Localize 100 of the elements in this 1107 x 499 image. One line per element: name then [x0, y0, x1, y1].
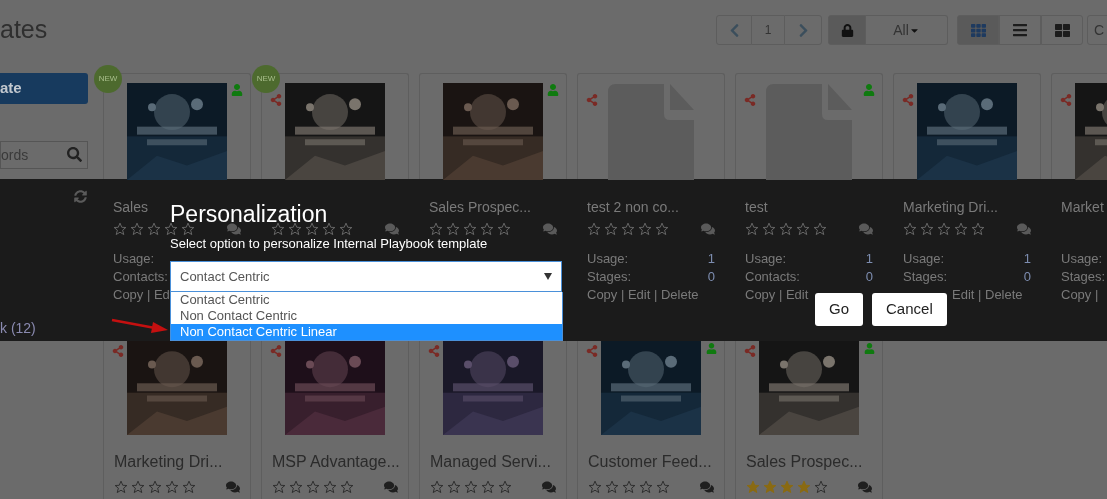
star-icon [165, 480, 179, 494]
star-icon [780, 480, 794, 494]
card-actions[interactable]: Copy | Ed [113, 285, 170, 305]
star-icon [306, 480, 320, 494]
stat-label: Stages: [587, 268, 632, 287]
stat-value: 0 [865, 268, 873, 287]
option-item[interactable]: Non Contact Centric [171, 308, 562, 324]
share-icon[interactable] [586, 345, 598, 357]
share-icon[interactable] [1060, 94, 1072, 106]
comments-icon[interactable] [700, 480, 714, 494]
comments-icon[interactable] [384, 480, 398, 494]
share-icon[interactable] [428, 345, 440, 357]
star-icon [339, 222, 353, 236]
card-title[interactable]: Managed Servi... [430, 450, 551, 474]
star-icon [937, 222, 951, 236]
stat-label: Usage: [113, 250, 155, 269]
card-title[interactable]: Marketing Dri... [903, 199, 998, 216]
star-icon [655, 222, 669, 236]
star-icon [604, 222, 618, 236]
card-title[interactable]: Sales Prospec... [746, 450, 863, 474]
stat-label: Usage: [1061, 250, 1103, 269]
previous-button[interactable] [716, 15, 752, 45]
card-title[interactable]: Market [1061, 199, 1104, 216]
card-title[interactable]: Sales Prospec... [429, 199, 531, 216]
new-badge: NEW [252, 65, 280, 93]
star-icon [340, 480, 354, 494]
view-button[interactable] [1041, 15, 1083, 45]
star-icon [305, 222, 319, 236]
personalization-select[interactable]: Contact Centric [170, 261, 562, 292]
star-icon [480, 222, 494, 236]
share-icon[interactable] [270, 345, 282, 357]
template-card[interactable]: Customer Feed... [577, 341, 725, 499]
comments-icon[interactable] [543, 222, 557, 236]
star-icon [971, 222, 985, 236]
next-button[interactable] [784, 15, 822, 45]
card-title[interactable]: Customer Feed... [588, 450, 712, 474]
star-icon [497, 222, 511, 236]
create-button[interactable]: ate [0, 73, 88, 104]
card-actions[interactable]: Copy | [1061, 285, 1099, 305]
option-item[interactable]: Contact Centric [171, 292, 562, 308]
card-title[interactable]: MSP Advantage... [272, 450, 400, 474]
comments-icon[interactable] [227, 222, 241, 236]
star-icon [147, 222, 161, 236]
star-icon [605, 480, 619, 494]
new-badge: NEW [94, 65, 122, 93]
card-actions[interactable]: Copy | Edit | Delete [587, 285, 699, 305]
filter-dropdown[interactable]: All [866, 15, 948, 45]
template-card[interactable]: Managed Servi... [419, 341, 567, 499]
star-icon [779, 222, 793, 236]
share-icon[interactable] [270, 94, 282, 106]
star-icon [797, 480, 811, 494]
template-card[interactable]: Sales Prospec... [735, 341, 883, 499]
comments-icon[interactable] [226, 480, 240, 494]
card-title[interactable]: Marketing Dri... [114, 450, 223, 474]
page-number: 1 [752, 15, 784, 45]
search-icon[interactable] [67, 147, 82, 162]
card-actions[interactable]: Edit | Delete [952, 285, 1023, 305]
view-button[interactable] [999, 15, 1041, 45]
grid-icon [970, 22, 986, 38]
dialog-button[interactable]: Go [815, 293, 863, 326]
share-icon[interactable] [744, 94, 756, 106]
share-icon[interactable] [586, 94, 598, 106]
comments-icon[interactable] [701, 222, 715, 236]
card-title[interactable]: test [745, 199, 768, 216]
card-title[interactable]: test 2 non co... [587, 199, 679, 216]
comments-icon[interactable] [859, 222, 873, 236]
template-card[interactable] [419, 73, 567, 179]
stat-label: Contacts: [113, 268, 168, 287]
template-card[interactable]: Marketing Dri... [103, 341, 251, 499]
template-card[interactable] [893, 73, 1041, 179]
star-icon [814, 480, 828, 494]
share-icon[interactable] [112, 345, 124, 357]
toolbar-button[interactable]: C [1087, 15, 1107, 45]
star-icon [446, 222, 460, 236]
comments-icon[interactable] [385, 222, 399, 236]
card-title[interactable]: Sales [113, 199, 149, 216]
share-icon[interactable] [744, 345, 756, 357]
star-icon [322, 222, 336, 236]
refresh-icon[interactable] [74, 190, 87, 203]
comments-icon[interactable] [542, 480, 556, 494]
modal-title: Personalization [170, 200, 328, 228]
dialog-button[interactable]: Cancel [872, 293, 947, 326]
card-actions[interactable]: Copy | Edit [745, 285, 809, 305]
comments-icon[interactable] [1017, 222, 1031, 236]
comments-icon[interactable] [858, 480, 872, 494]
lock-button[interactable] [828, 15, 866, 45]
star-icon [954, 222, 968, 236]
star-icon [920, 222, 934, 236]
star-icon [131, 480, 145, 494]
stat-label: Usage: [587, 250, 629, 269]
star-icon [447, 480, 461, 494]
star-icon [763, 480, 777, 494]
share-icon[interactable] [902, 94, 914, 106]
stat-value: 0 [707, 268, 715, 287]
star-icon [639, 480, 653, 494]
option-item[interactable]: Non Contact Centric Linear [171, 324, 562, 340]
star-icon [272, 480, 286, 494]
template-card[interactable]: MSP Advantage... [261, 341, 409, 499]
star-icon [114, 480, 128, 494]
view-button[interactable] [957, 15, 999, 45]
